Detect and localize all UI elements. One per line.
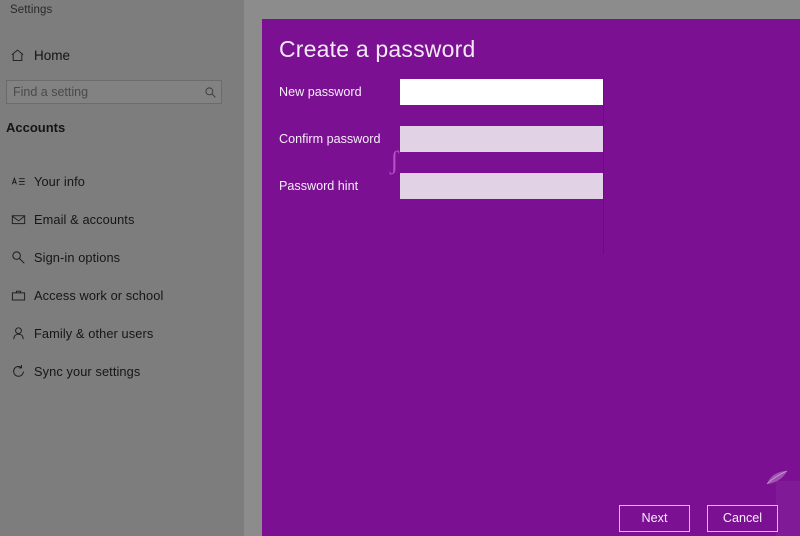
new-password-input[interactable] <box>400 79 603 105</box>
sidebar-item-home-label: Home <box>34 47 71 63</box>
sidebar-item-family-other-users[interactable]: Family & other users <box>0 314 244 352</box>
settings-sidebar: Settings Home Accounts <box>0 0 244 536</box>
sidebar-item-label: Email & accounts <box>34 211 135 227</box>
dialog-title: Create a password <box>279 36 476 62</box>
sidebar-item-label: Family & other users <box>34 325 154 341</box>
field-row-new-password: New password <box>279 79 784 105</box>
cancel-button[interactable]: Cancel <box>707 505 778 532</box>
next-button[interactable]: Next <box>619 505 690 532</box>
envelope-icon <box>2 212 34 227</box>
sidebar-item-label: Sign-in options <box>34 249 121 265</box>
search-box[interactable] <box>6 80 222 104</box>
sidebar-item-label: Your info <box>34 173 85 189</box>
sidebar-item-label: Access work or school <box>34 287 164 303</box>
search-input[interactable] <box>7 81 199 103</box>
password-hint-label: Password hint <box>279 179 359 193</box>
sidebar-item-sign-in-options[interactable]: Sign-in options <box>0 238 244 276</box>
home-icon <box>0 48 34 63</box>
sidebar-item-your-info[interactable]: Your info <box>0 162 244 200</box>
create-password-dialog: Create a password New password Confirm p… <box>262 19 800 536</box>
briefcase-icon <box>2 288 34 303</box>
sync-icon <box>2 364 34 379</box>
key-icon <box>2 250 34 265</box>
sidebar-item-home[interactable]: Home <box>0 43 244 67</box>
sidebar-item-access-work-or-school[interactable]: Access work or school <box>0 276 244 314</box>
sidebar-category-title: Accounts <box>6 120 66 135</box>
confirm-password-label: Confirm password <box>279 132 381 146</box>
panel-edge-artifact <box>776 481 800 536</box>
sidebar-item-sync-your-settings[interactable]: Sync your settings <box>0 352 244 390</box>
window-title: Settings <box>10 4 53 16</box>
password-hint-input[interactable] <box>400 173 603 199</box>
new-password-label: New password <box>279 85 362 99</box>
person-icon <box>2 326 34 341</box>
contact-card-icon <box>2 174 34 189</box>
sidebar-item-email-accounts[interactable]: Email & accounts <box>0 200 244 238</box>
sidebar-nav-list: Your info Email & accounts Sign-in optio… <box>0 162 244 390</box>
search-icon[interactable] <box>199 86 221 99</box>
leaf-artifact <box>766 470 788 485</box>
dialog-button-bar: Next Cancel <box>619 505 778 532</box>
confirm-password-input[interactable] <box>400 126 603 152</box>
sidebar-item-label: Sync your settings <box>34 363 141 379</box>
field-row-confirm-password: Confirm password <box>279 126 784 152</box>
field-row-password-hint: Password hint <box>279 173 784 199</box>
